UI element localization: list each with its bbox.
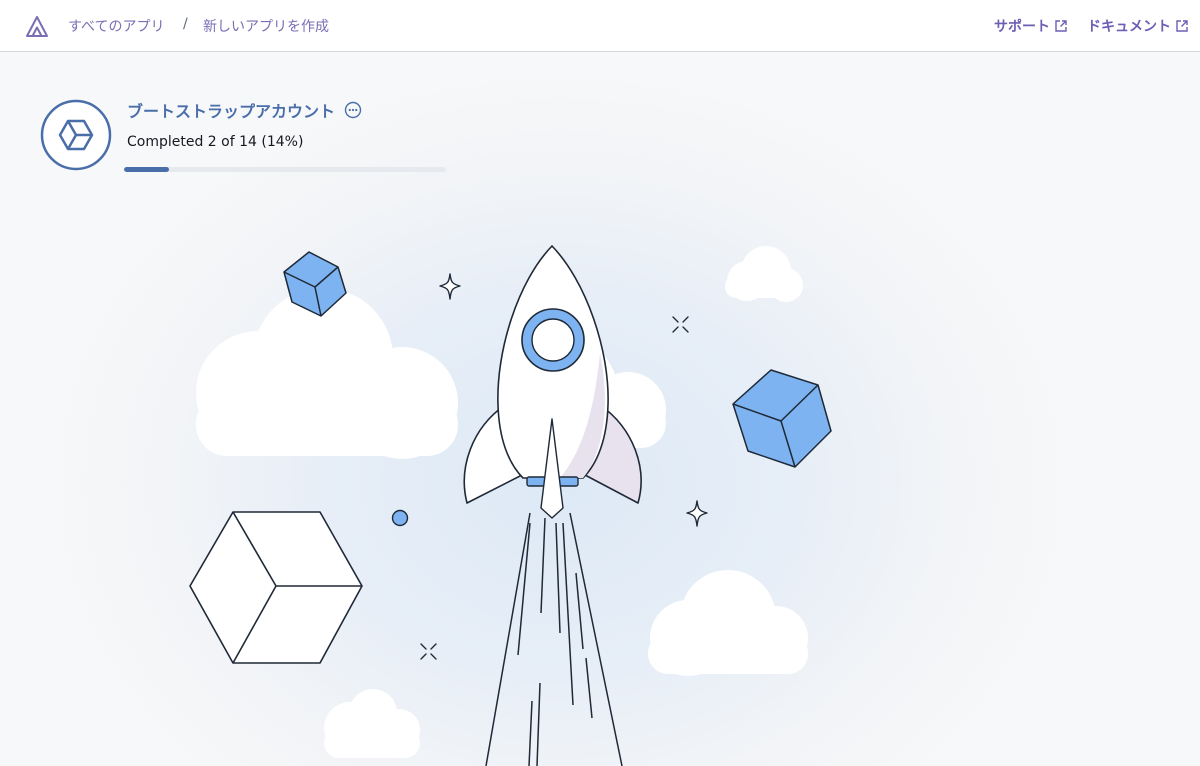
progress-bar-fill	[124, 167, 170, 172]
sparkle-cross-top-right	[672, 316, 689, 333]
cloud-large-left	[196, 288, 458, 459]
cloud-top-right	[725, 246, 803, 302]
top-navigation-bar: すべてのアプリ / 新しいアプリを作成 サポート ドキュメント	[0, 0, 1200, 52]
external-link-icon	[1055, 20, 1067, 32]
breadcrumb-create-new-app: 新しいアプリを作成	[203, 19, 329, 35]
main-stage: ブートストラップアカウント Completed 2 of 14 (14%)	[0, 53, 1200, 766]
large-blue-cube	[732, 369, 832, 468]
step-cube-badge-icon	[40, 99, 112, 171]
small-blue-dot	[391, 509, 409, 527]
documentation-link-label: ドキュメント	[1087, 19, 1171, 35]
breadcrumb-separator: /	[183, 16, 188, 32]
rocket-window-glass	[531, 318, 575, 362]
support-link-label: サポート	[994, 19, 1050, 35]
ellipsis-circle-icon[interactable]	[344, 101, 362, 119]
documentation-link[interactable]: ドキュメント	[1087, 16, 1189, 36]
sparkle-star-top	[439, 273, 461, 300]
progress-bar	[124, 167, 446, 172]
amplify-logo-icon[interactable]	[25, 14, 49, 38]
rocket-exhaust-trail	[485, 512, 623, 766]
breadcrumb-all-apps[interactable]: すべてのアプリ	[68, 16, 164, 36]
support-link[interactable]: サポート	[994, 16, 1068, 36]
sparkle-cross-bottom-left	[420, 643, 437, 660]
white-outline-cube	[189, 511, 363, 664]
cloud-bottom-left	[324, 689, 420, 758]
step-title-label: ブートストラップアカウント	[127, 102, 336, 121]
cloud-bottom-right	[648, 570, 808, 676]
sparkle-star-right	[686, 500, 708, 527]
progress-status-text: Completed 2 of 14 (14%)	[127, 134, 304, 150]
step-title: ブートストラップアカウント	[127, 98, 362, 122]
rocket-launch-illustration	[189, 244, 832, 766]
external-link-icon	[1176, 20, 1188, 32]
